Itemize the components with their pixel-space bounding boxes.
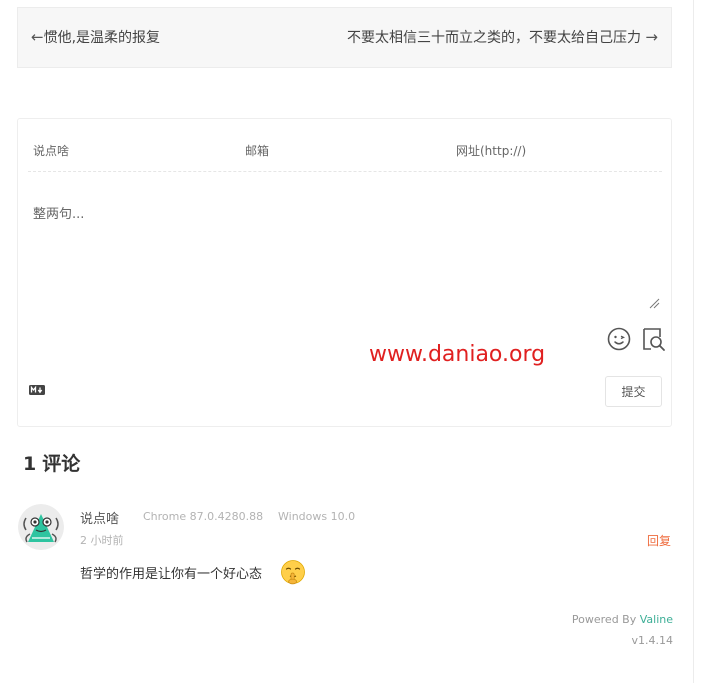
emoji-icon[interactable] [607,327,631,351]
version-label: v1.4.14 [631,634,674,647]
comment-textarea[interactable]: 整两句... [33,203,84,222]
markdown-icon[interactable] [29,385,45,395]
avatar[interactable] [18,504,64,550]
powered-by-prefix: Powered By [571,613,640,626]
next-post-link[interactable]: 不要太相信三十而立之类的，不要太给自己压力 → [347,27,658,47]
comment-count: 1 [23,453,37,475]
reply-button[interactable]: 回复 [647,532,671,549]
comment-os: Windows 10.0 [278,510,356,523]
valine-link[interactable]: Valine [640,613,673,626]
email-input[interactable]: 邮箱 [245,142,269,159]
resize-grip-icon[interactable] [648,297,660,309]
comment-browser: Chrome 87.0.4280.88 [143,510,264,523]
watermark-text: www.daniao.org [369,342,546,367]
comment-time: 2 小时前 [80,534,124,547]
arrow-right-icon: → [645,28,658,46]
shushing-face-emoji-icon [281,560,305,585]
prev-post-title: 惯他,是温柔的报复 [43,30,161,46]
comment-form: 说点啥 邮箱 网址(http://) 整两句... 提交 [17,118,672,427]
powered-by: Powered By Valine [572,613,673,626]
comment-count-label: 评论 [42,453,81,475]
arrow-left-icon: ← [31,28,44,46]
website-input[interactable]: 网址(http://) [456,142,526,159]
comment-form-header: 说点啥 邮箱 网址(http://) [28,119,662,172]
prev-post-link[interactable]: ←惯他,是温柔的报复 [31,27,160,47]
page-edge-divider [693,0,694,683]
submit-button[interactable]: 提交 [605,376,662,407]
comment-content: 哲学的作用是让你有一个好心态 [80,567,263,582]
preview-icon[interactable] [640,326,666,352]
next-post-title: 不要太相信三十而立之类的，不要太给自己压力 [346,30,641,46]
comment-count-heading: 1 评论 [23,449,80,476]
nickname-input[interactable]: 说点啥 [33,142,69,159]
comment-author: 说点啥 [80,512,120,527]
post-navigation: ←惯他,是温柔的报复 不要太相信三十而立之类的，不要太给自己压力 → [17,7,672,68]
